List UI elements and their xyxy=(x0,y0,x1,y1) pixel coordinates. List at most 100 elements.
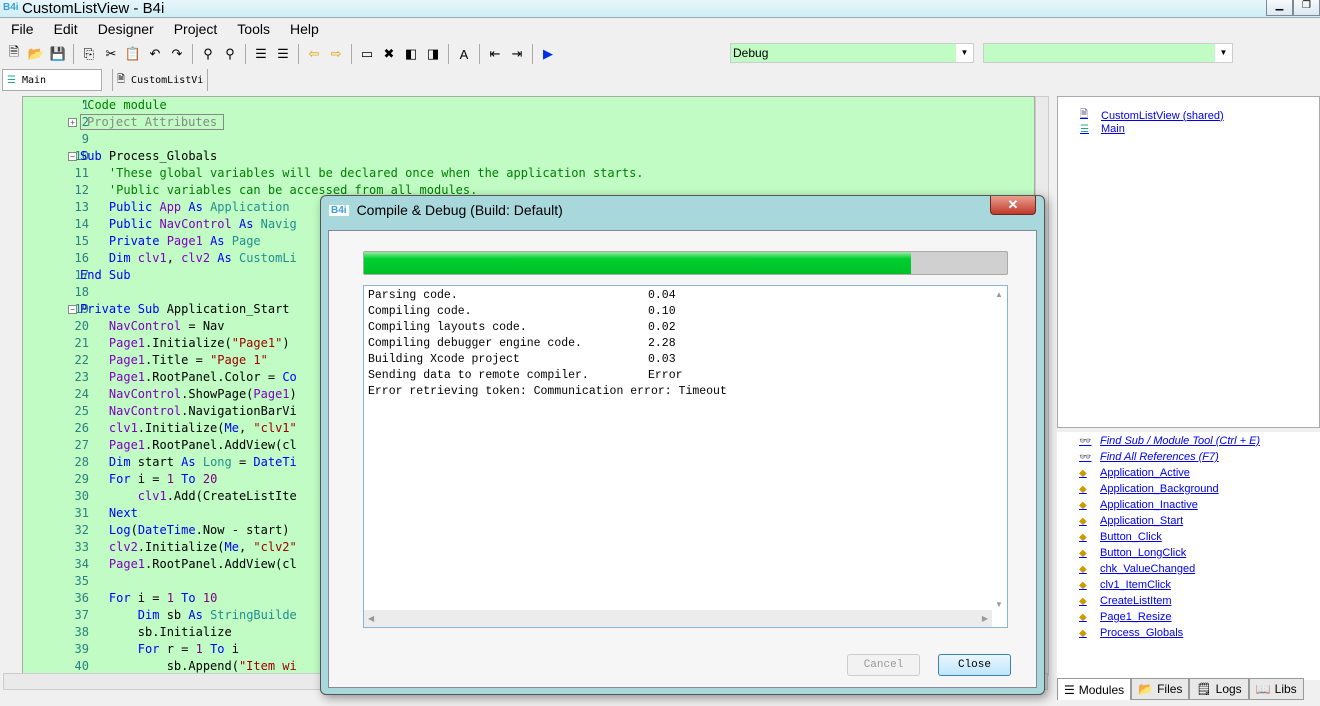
next-bookmark-icon: ◨ xyxy=(426,46,440,61)
sub-link[interactable]: ◆ chk_ValueChanged xyxy=(1079,563,1195,575)
cut-button[interactable]: ✂ xyxy=(100,43,122,65)
expand-icon[interactable]: + xyxy=(68,118,77,127)
code-text: Page1.RootPanel.AddView(cl xyxy=(80,437,297,454)
copy-button[interactable]: ⎘ xyxy=(78,43,100,65)
save-button[interactable]: 💾 xyxy=(47,43,69,65)
sub-icon: ◆ xyxy=(1079,563,1087,575)
uncomment-button[interactable]: ☰ xyxy=(272,43,294,65)
chevron-down-icon[interactable]: ▼ xyxy=(956,44,973,62)
code-token: "clv2" xyxy=(253,540,297,554)
code-text: NavControl = Nav xyxy=(80,318,225,335)
chevron-down-icon[interactable]: ▼ xyxy=(1215,44,1232,62)
tab-files[interactable]: 📂 Files xyxy=(1131,678,1190,700)
back-button[interactable]: ⇦ xyxy=(303,43,325,65)
sub-link[interactable]: ◆ Application_Background xyxy=(1079,483,1219,495)
sub-link[interactable]: ◆ clv1_ItemClick xyxy=(1079,579,1171,591)
menu-file[interactable]: File xyxy=(4,19,41,41)
sub-label: Application_Background xyxy=(1100,483,1219,495)
autoformat-button[interactable]: A xyxy=(453,43,475,65)
new-file-button[interactable]: 🗎 xyxy=(3,43,25,65)
compile-log[interactable]: ▲ ▼ ◀ ▶ Parsing code. 0.04 Compiling code. 0.… xyxy=(363,285,1008,628)
forward-button[interactable]: ⇨ xyxy=(325,43,347,65)
tab-label: Logs xyxy=(1215,682,1242,696)
module-link-customlistview[interactable]: 🗎 CustomListView (shared) xyxy=(1080,107,1224,124)
open-button[interactable]: 📂 xyxy=(25,43,47,65)
undo-icon: ↶ xyxy=(149,46,161,61)
prev-bookmark-button[interactable]: ◧ xyxy=(400,43,422,65)
sub-link[interactable]: ◆ Application_Inactive xyxy=(1079,499,1198,511)
tab-logs[interactable]: 🗒 Logs xyxy=(1189,678,1249,700)
code-token: , xyxy=(166,251,182,265)
outdent-button[interactable]: ⇤ xyxy=(484,43,506,65)
comment-button[interactable]: ☰ xyxy=(250,43,272,65)
find-button[interactable]: ⚲ xyxy=(197,43,219,65)
collapse-icon[interactable]: − xyxy=(68,152,77,161)
menu-project[interactable]: Project xyxy=(167,19,225,41)
sub-link[interactable]: ◆ Page1_Resize xyxy=(1079,611,1172,623)
sub-link[interactable]: ◆ Application_Start xyxy=(1079,515,1183,527)
tab-main[interactable]: ☰ Main xyxy=(2,69,102,91)
code-token: .ShowPage( xyxy=(181,387,254,401)
redo-button[interactable]: ↷ xyxy=(166,43,188,65)
module-icon: ☰ xyxy=(1064,682,1075,697)
maximize-button[interactable]: ❐ xyxy=(1293,0,1320,16)
prev-bookmark-icon: ◧ xyxy=(404,46,418,61)
binoculars-icon: 👓 xyxy=(1079,451,1092,463)
module-label: Main xyxy=(1101,123,1125,135)
code-token: Next xyxy=(80,506,138,520)
open-icon: 📂 xyxy=(27,46,45,61)
build-config-select[interactable]: Debug ▼ xyxy=(730,43,974,63)
sub-link[interactable]: ◆ Button_Click xyxy=(1079,531,1162,543)
indent-button[interactable]: ⇥ xyxy=(506,43,528,65)
log-vertical-scrollbar[interactable]: ▲ ▼ xyxy=(991,286,1007,611)
tab-customlistview[interactable]: 🗎 CustomListVi xyxy=(112,69,209,91)
bookmark-button[interactable]: ▭ xyxy=(356,43,378,65)
code-token: sb.Initialize xyxy=(80,625,232,639)
sub-link[interactable]: ◆ CreateListItem xyxy=(1079,595,1172,607)
code-text: Dim start As Long = DateTi xyxy=(80,454,297,471)
code-token: NavControl xyxy=(80,319,182,333)
menu-help[interactable]: Help xyxy=(283,19,326,41)
log-horizontal-scrollbar[interactable]: ◀ ▶ xyxy=(364,610,992,627)
close-button[interactable]: Close xyxy=(938,654,1011,676)
dialog-close-icon[interactable]: ✕ xyxy=(990,196,1036,215)
run-button[interactable]: ▶ xyxy=(537,43,559,65)
minimize-button[interactable]: ▁ xyxy=(1266,0,1293,16)
code-token: .RootPanel.AddView(cl xyxy=(145,557,297,571)
code-token: Private Sub xyxy=(80,302,167,316)
menu-tools[interactable]: Tools xyxy=(230,19,277,41)
find-sub-link[interactable]: 👓 Find Sub / Module Tool (Ctrl + E) xyxy=(1079,435,1260,447)
collapse-icon[interactable]: − xyxy=(68,305,77,314)
find-references-link[interactable]: 👓 Find All References (F7) xyxy=(1079,451,1219,463)
sub-link[interactable]: ◆ Button_LongClick xyxy=(1079,547,1186,559)
cancel-button[interactable]: Cancel xyxy=(847,654,920,676)
undo-button[interactable]: ↶ xyxy=(144,43,166,65)
find-add-button[interactable]: ⚲ xyxy=(219,43,241,65)
paste-button[interactable]: 📋 xyxy=(122,43,144,65)
dialog-title: Compile & Debug (Build: Default) xyxy=(356,202,563,218)
menu-edit[interactable]: Edit xyxy=(47,19,85,41)
next-bookmark-button[interactable]: ◨ xyxy=(422,43,444,65)
back-icon: ⇦ xyxy=(308,46,320,61)
code-token: End Sub xyxy=(80,268,131,282)
menu-designer[interactable]: Designer xyxy=(91,19,161,41)
subs-panel: 👓 Find Sub / Module Tool (Ctrl + E) 👓 Find… xyxy=(1057,432,1320,680)
code-token: = xyxy=(238,455,254,469)
log-line: Compiling debugger engine code. 2.28 xyxy=(368,336,676,352)
device-select[interactable]: ▼ xyxy=(983,43,1233,63)
code-text: For r = 1 To i xyxy=(80,641,239,658)
sub-icon: ◆ xyxy=(1079,515,1087,527)
tab-libs[interactable]: 📖 Libs xyxy=(1248,678,1304,700)
sub-link[interactable]: ◆ Process_Globals xyxy=(1079,627,1183,639)
clear-bookmarks-button[interactable]: ✖ xyxy=(378,43,400,65)
code-token: sb.Append( xyxy=(80,659,239,673)
project-attributes-region[interactable]: Project Attributes xyxy=(80,114,225,130)
sub-link[interactable]: ◆ Application_Active xyxy=(1079,467,1190,479)
code-token: "Page 1" xyxy=(210,353,268,367)
code-text: Page1.Title = "Page 1" xyxy=(80,352,268,369)
tab-modules[interactable]: ☰ Modules xyxy=(1057,678,1132,700)
module-link-main[interactable]: ☰ Main xyxy=(1080,123,1125,135)
code-token: Co xyxy=(282,370,297,384)
code-token: Long xyxy=(202,455,239,469)
sub-icon: ◆ xyxy=(1079,531,1087,543)
